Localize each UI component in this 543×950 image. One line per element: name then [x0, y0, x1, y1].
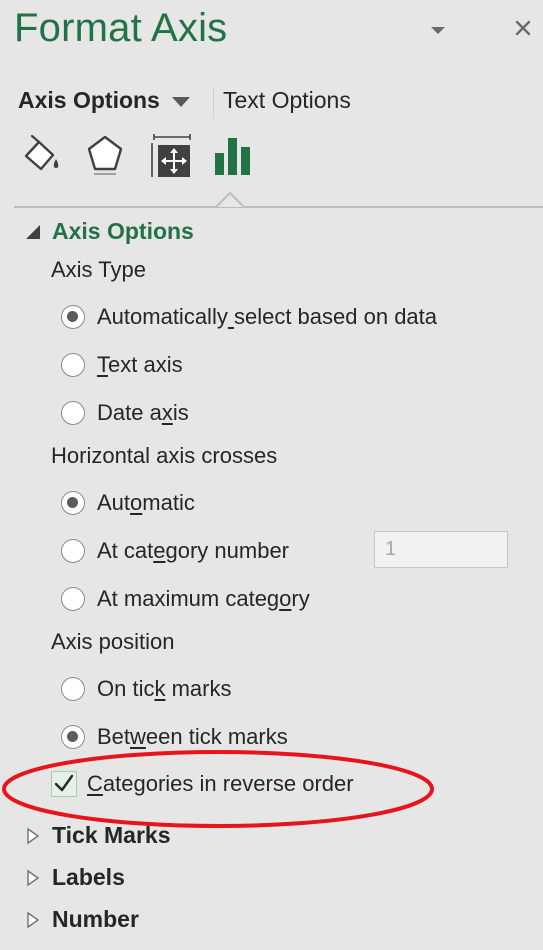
radio-label: At maximum category — [97, 586, 310, 611]
radio-label: Text axis — [97, 352, 183, 377]
collapsed-triangle-icon — [27, 827, 40, 844]
radio-button[interactable] — [61, 539, 85, 563]
axis-position-label: Axis position — [51, 629, 175, 654]
radio-at-category-number[interactable]: At category number — [61, 537, 289, 565]
radio-label: Automatic — [97, 490, 195, 515]
size-properties-icon[interactable] — [150, 133, 194, 181]
red-highlight-ellipse — [2, 750, 434, 828]
radio-text-axis[interactable]: Text axis — [61, 351, 183, 379]
radio-on-tick-marks[interactable]: On tick marks — [61, 675, 231, 703]
radio-automatically-select[interactable]: Automatically select based on data — [61, 303, 437, 331]
close-icon[interactable] — [512, 17, 534, 39]
radio-button[interactable] — [61, 401, 85, 425]
tab-separator — [213, 86, 214, 118]
radio-label: On tick marks — [97, 676, 232, 701]
tab-text-options[interactable]: Text Options — [223, 87, 351, 114]
horizontal-axis-crosses-label: Horizontal axis crosses — [51, 443, 278, 468]
radio-label: Date axis — [97, 400, 189, 425]
tab-axis-options-label: Axis Options — [18, 87, 160, 113]
radio-automatic[interactable]: Automatic — [61, 489, 195, 517]
pane-title: Format Axis — [14, 6, 228, 50]
section-number[interactable]: Number — [24, 906, 139, 933]
fill-line-icon[interactable] — [20, 133, 64, 181]
radio-button[interactable] — [61, 305, 85, 329]
radio-label: Automatically select based on data — [97, 304, 438, 329]
section-axis-options-label: Axis Options — [52, 218, 194, 244]
section-axis-options[interactable]: Axis Options — [24, 218, 194, 245]
axis-type-label: Axis Type — [51, 257, 146, 282]
tab-axis-options[interactable]: Axis Options — [18, 87, 190, 114]
format-axis-pane: Format Axis Axis Options Text Options Ax… — [0, 0, 543, 950]
radio-button[interactable] — [61, 491, 85, 515]
collapsed-triangle-icon — [27, 911, 40, 928]
radio-date-axis[interactable]: Date axis — [61, 399, 189, 427]
radio-button[interactable] — [61, 677, 85, 701]
expanded-triangle-icon — [26, 224, 40, 239]
section-labels[interactable]: Labels — [24, 864, 125, 891]
chevron-down-icon[interactable] — [431, 27, 445, 34]
radio-button[interactable] — [61, 353, 85, 377]
radio-at-maximum-category[interactable]: At maximum category — [61, 585, 310, 613]
tab-divider — [14, 206, 543, 208]
selected-tab-pointer — [216, 192, 244, 208]
section-tick-marks[interactable]: Tick Marks — [24, 822, 170, 849]
section-number-label: Number — [52, 906, 139, 932]
radio-label: At category number — [97, 538, 290, 563]
category-number-field[interactable]: 1 — [374, 531, 508, 568]
axis-options-icon[interactable] — [212, 133, 256, 181]
radio-button[interactable] — [61, 725, 85, 749]
radio-button[interactable] — [61, 587, 85, 611]
section-labels-label: Labels — [52, 864, 125, 890]
effects-icon[interactable] — [84, 133, 128, 181]
collapsed-triangle-icon — [27, 869, 40, 886]
caret-down-icon[interactable] — [171, 96, 190, 107]
section-tick-marks-label: Tick Marks — [52, 822, 171, 848]
